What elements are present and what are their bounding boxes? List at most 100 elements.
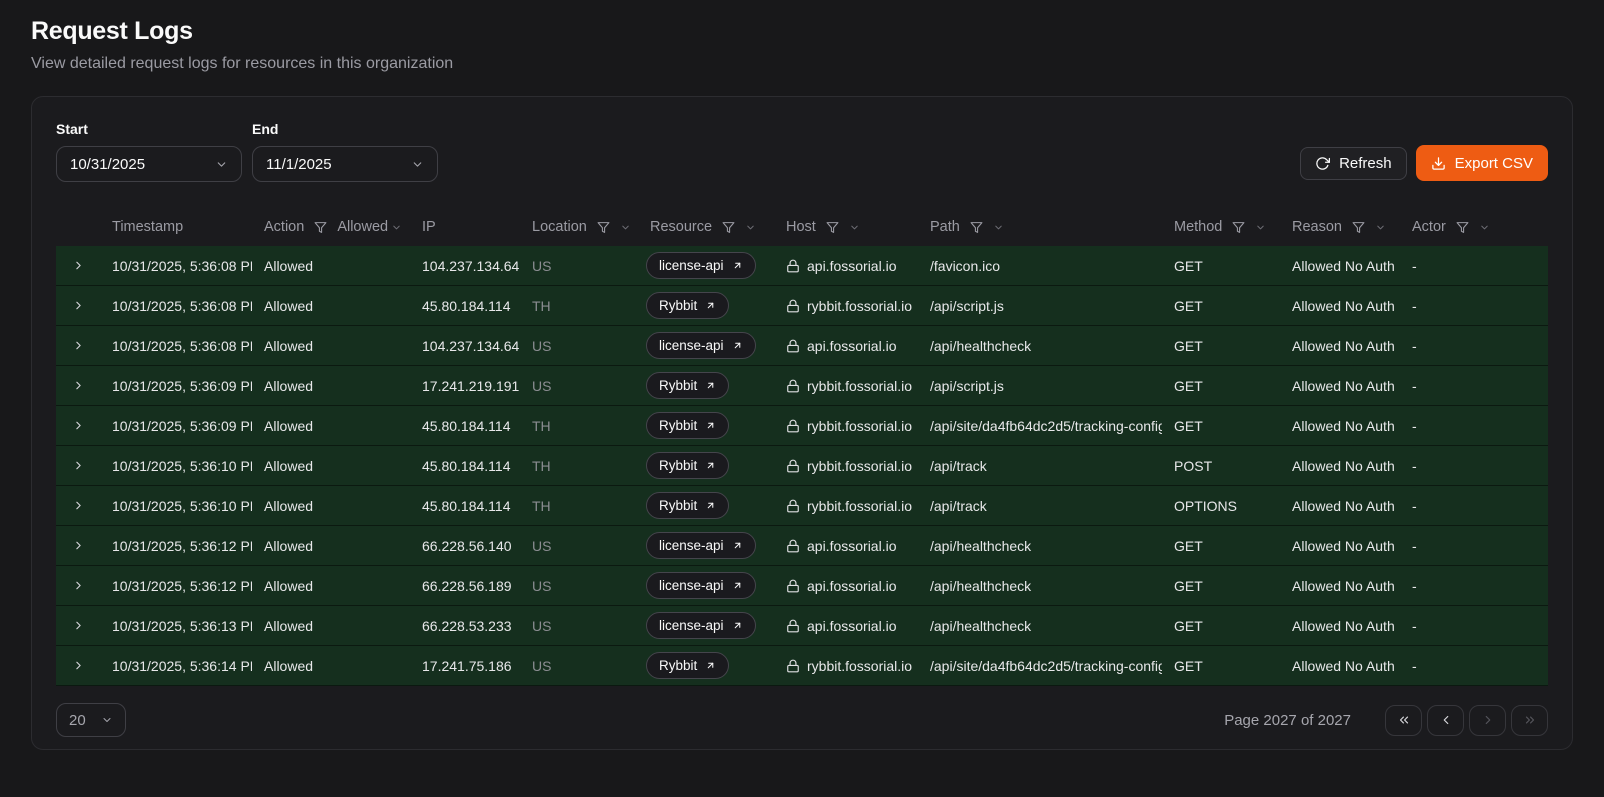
resource-link-badge[interactable]: license-api <box>646 332 756 359</box>
chevron-down-icon[interactable] <box>993 222 1004 233</box>
ip-cell: 45.80.184.114 <box>410 418 520 434</box>
chevron-right-icon <box>72 379 85 392</box>
timestamp-cell: 10/31/2025, 5:36:08 PM <box>100 258 252 274</box>
chevron-down-icon[interactable] <box>1479 222 1490 233</box>
filter-icon[interactable] <box>1456 221 1469 234</box>
location-cell: US <box>520 338 638 354</box>
table-row[interactable]: 10/31/2025, 5:36:12 PM Allowed 66.228.56… <box>56 566 1548 606</box>
table-row[interactable]: 10/31/2025, 5:36:09 PM Allowed 45.80.184… <box>56 406 1548 446</box>
ip-value: 104.237.134.64 <box>422 338 519 354</box>
expand-row-button[interactable] <box>72 539 85 552</box>
expand-row-button[interactable] <box>72 259 85 272</box>
expand-row-button[interactable] <box>72 339 85 352</box>
chevron-down-icon[interactable] <box>849 222 860 233</box>
chevron-right-icon <box>72 459 85 472</box>
resource-link-badge[interactable]: Rybbit <box>646 652 729 679</box>
expand-row-button[interactable] <box>72 299 85 312</box>
expand-row-button[interactable] <box>72 659 85 672</box>
ip-value: 17.241.75.186 <box>422 658 512 674</box>
table-row[interactable]: 10/31/2025, 5:36:12 PM Allowed 66.228.56… <box>56 526 1548 566</box>
chevron-down-icon[interactable] <box>745 222 756 233</box>
resource-link-badge[interactable]: Rybbit <box>646 292 729 319</box>
resource-link-badge[interactable]: Rybbit <box>646 372 729 399</box>
expand-row-button[interactable] <box>72 379 85 392</box>
reason-cell: Allowed No Auth <box>1280 538 1400 554</box>
table-row[interactable]: 10/31/2025, 5:36:10 PM Allowed 45.80.184… <box>56 486 1548 526</box>
filter-icon[interactable] <box>826 221 839 234</box>
chevron-down-icon[interactable] <box>620 222 631 233</box>
path-value: /api/site/da4fb64dc2d5/tracking-config <box>930 418 1162 434</box>
path-cell: /api/site/da4fb64dc2d5/tracking-config <box>918 658 1162 674</box>
table-row[interactable]: 10/31/2025, 5:36:08 PM Allowed 104.237.1… <box>56 246 1548 286</box>
end-date-select[interactable]: 11/1/2025 <box>252 146 438 182</box>
path-value: /api/site/da4fb64dc2d5/tracking-config <box>930 658 1162 674</box>
refresh-button[interactable]: Refresh <box>1300 147 1407 180</box>
filter-icon[interactable] <box>314 221 327 234</box>
timestamp-cell: 10/31/2025, 5:36:08 PM <box>100 338 252 354</box>
resource-link-badge[interactable]: Rybbit <box>646 492 729 519</box>
timestamp-value: 10/31/2025, 5:36:14 PM <box>112 658 252 674</box>
expand-row-button[interactable] <box>72 499 85 512</box>
export-csv-button[interactable]: Export CSV <box>1416 145 1548 181</box>
filter-icon[interactable] <box>1352 221 1365 234</box>
expand-row-button[interactable] <box>72 579 85 592</box>
table-row[interactable]: 10/31/2025, 5:36:10 PM Allowed 45.80.184… <box>56 446 1548 486</box>
actor-cell: - <box>1400 458 1548 474</box>
chevron-down-icon <box>411 158 424 171</box>
action-cell: Allowed <box>252 618 410 634</box>
chevron-right-icon <box>72 259 85 272</box>
resource-link-badge[interactable]: Rybbit <box>646 412 729 439</box>
path-value: /api/script.js <box>930 298 1004 314</box>
action-cell: Allowed <box>252 258 410 274</box>
table-row[interactable]: 10/31/2025, 5:36:09 PM Allowed 17.241.21… <box>56 366 1548 406</box>
last-page-button[interactable] <box>1511 705 1548 736</box>
resource-link-badge[interactable]: Rybbit <box>646 452 729 479</box>
page-size-select[interactable]: 20 <box>56 703 126 737</box>
timestamp-value: 10/31/2025, 5:36:09 PM <box>112 378 252 394</box>
host-value: api.fossorial.io <box>807 258 897 274</box>
timestamp-cell: 10/31/2025, 5:36:08 PM <box>100 298 252 314</box>
resource-link-badge[interactable]: license-api <box>646 572 756 599</box>
arrow-up-right-icon <box>705 380 716 391</box>
timestamp-value: 10/31/2025, 5:36:12 PM <box>112 538 252 554</box>
table-row[interactable]: 10/31/2025, 5:36:08 PM Allowed 104.237.1… <box>56 326 1548 366</box>
action-cell: Allowed <box>252 538 410 554</box>
table-row[interactable]: 10/31/2025, 5:36:13 PM Allowed 66.228.53… <box>56 606 1548 646</box>
resource-link-badge[interactable]: license-api <box>646 532 756 559</box>
resource-link-badge[interactable]: license-api <box>646 252 756 279</box>
table-row[interactable]: 10/31/2025, 5:36:14 PM Allowed 17.241.75… <box>56 646 1548 686</box>
location-cell: US <box>520 258 638 274</box>
filter-icon[interactable] <box>722 221 735 234</box>
timestamp-value: 10/31/2025, 5:36:12 PM <box>112 578 252 594</box>
host-cell: api.fossorial.io <box>774 618 918 634</box>
location-value: TH <box>532 298 551 314</box>
start-date-select[interactable]: 10/31/2025 <box>56 146 242 182</box>
expand-row-button[interactable] <box>72 419 85 432</box>
expand-row-button[interactable] <box>72 619 85 632</box>
chevron-right-icon <box>72 579 85 592</box>
resource-name: license-api <box>659 538 724 553</box>
resource-name: Rybbit <box>659 418 697 433</box>
resource-cell: license-api <box>638 332 774 359</box>
next-page-button[interactable] <box>1469 705 1506 736</box>
action-cell: Allowed <box>252 338 410 354</box>
method-cell: GET <box>1162 258 1280 274</box>
action-value: Allowed <box>264 418 313 434</box>
header-actor: Actor <box>1400 219 1548 235</box>
previous-page-button[interactable] <box>1427 705 1464 736</box>
lock-icon <box>786 539 800 553</box>
table-row[interactable]: 10/31/2025, 5:36:08 PM Allowed 45.80.184… <box>56 286 1548 326</box>
chevron-down-icon <box>215 158 228 171</box>
first-page-button[interactable] <box>1385 705 1422 736</box>
filter-icon[interactable] <box>970 221 983 234</box>
page-header: Request Logs View detailed request logs … <box>0 0 1604 73</box>
action-filter-dropdown[interactable]: Allowed <box>337 219 402 235</box>
filter-icon[interactable] <box>597 221 610 234</box>
location-cell: US <box>520 578 638 594</box>
filter-icon[interactable] <box>1232 221 1245 234</box>
resource-link-badge[interactable]: license-api <box>646 612 756 639</box>
chevron-down-icon[interactable] <box>1375 222 1386 233</box>
chevron-down-icon[interactable] <box>1255 222 1266 233</box>
reason-cell: Allowed No Auth <box>1280 298 1400 314</box>
expand-row-button[interactable] <box>72 459 85 472</box>
